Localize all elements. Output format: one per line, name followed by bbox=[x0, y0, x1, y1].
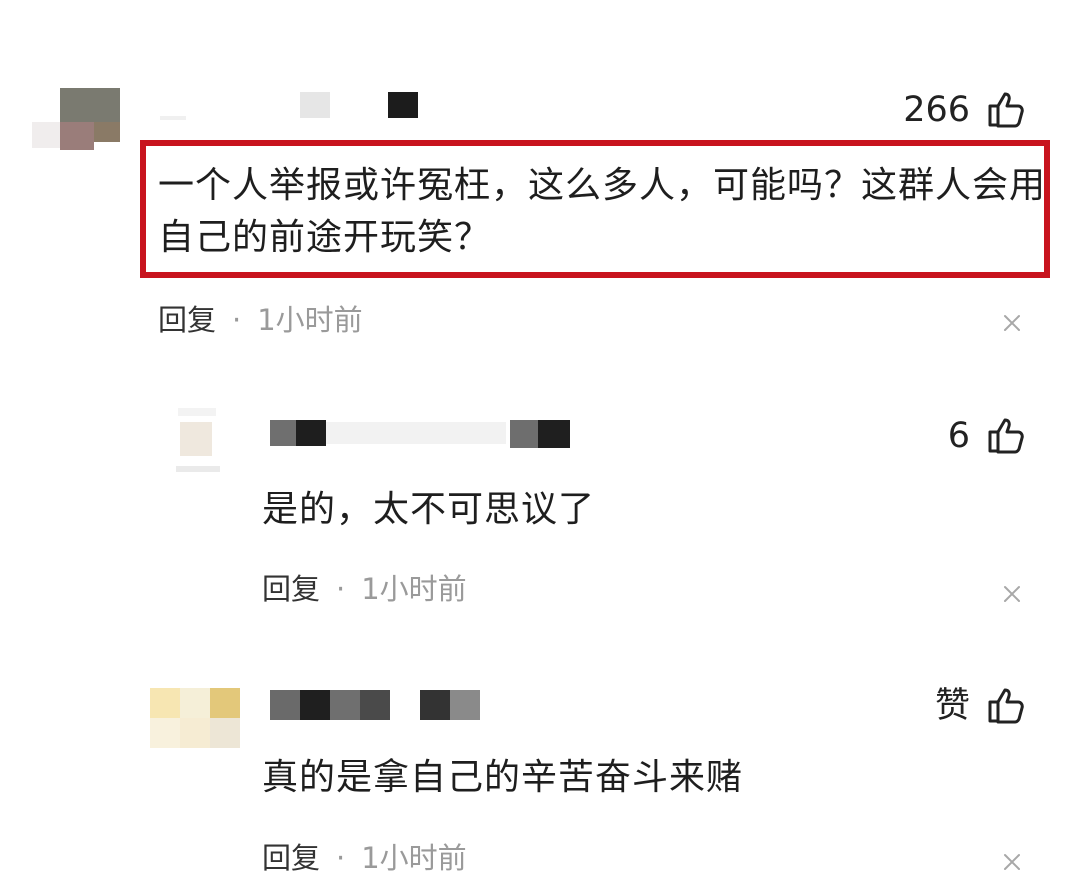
timestamp: 1小时前 bbox=[257, 303, 363, 337]
like-label[interactable]: 赞 bbox=[880, 686, 970, 726]
username[interactable] bbox=[270, 416, 580, 452]
avatar[interactable] bbox=[150, 688, 242, 752]
timestamp: 1小时前 bbox=[361, 841, 467, 875]
reply-button[interactable]: 回复 bbox=[262, 572, 320, 606]
avatar[interactable] bbox=[32, 88, 124, 152]
close-icon[interactable] bbox=[1002, 313, 1022, 333]
reply-button[interactable]: 回复 bbox=[158, 303, 216, 337]
comment-line: 是的，太不可思议了 bbox=[262, 489, 596, 530]
like-count: 6 bbox=[947, 416, 970, 456]
comment-meta: 回复 · 1小时前 bbox=[262, 840, 467, 876]
comment-text: 真的是拿自己的辛苦奋斗来赌 bbox=[262, 752, 743, 804]
comment-line: 一个人举报或许冤枉，这么多人，可能吗？这群人会用 bbox=[158, 165, 1047, 206]
avatar[interactable] bbox=[166, 408, 232, 480]
thumbs-up-icon[interactable] bbox=[986, 685, 1026, 725]
comment-meta: 回复 · 1小时前 bbox=[262, 571, 467, 607]
comment-meta: 回复 · 1小时前 bbox=[158, 302, 363, 338]
like-count: 266 bbox=[903, 90, 970, 130]
comment-line: 自己的前途开玩笑？ bbox=[158, 217, 492, 258]
comment-text: 是的，太不可思议了 bbox=[262, 484, 595, 536]
close-icon[interactable] bbox=[1002, 584, 1022, 604]
comment-text: 一个人举报或许冤枉，这么多人，可能吗？这群人会用 自己的前途开玩笑？ bbox=[158, 160, 1046, 264]
comment-line: 真的是拿自己的辛苦奋斗来赌 bbox=[262, 757, 744, 798]
separator: · bbox=[336, 841, 346, 875]
separator: · bbox=[232, 303, 242, 337]
username[interactable] bbox=[160, 88, 440, 124]
thumbs-up-icon[interactable] bbox=[986, 89, 1026, 129]
close-icon[interactable] bbox=[1002, 852, 1022, 872]
reply-button[interactable]: 回复 bbox=[262, 841, 320, 875]
username[interactable] bbox=[270, 690, 490, 722]
timestamp: 1小时前 bbox=[361, 572, 467, 606]
thumbs-up-icon[interactable] bbox=[986, 415, 1026, 455]
separator: · bbox=[336, 572, 346, 606]
